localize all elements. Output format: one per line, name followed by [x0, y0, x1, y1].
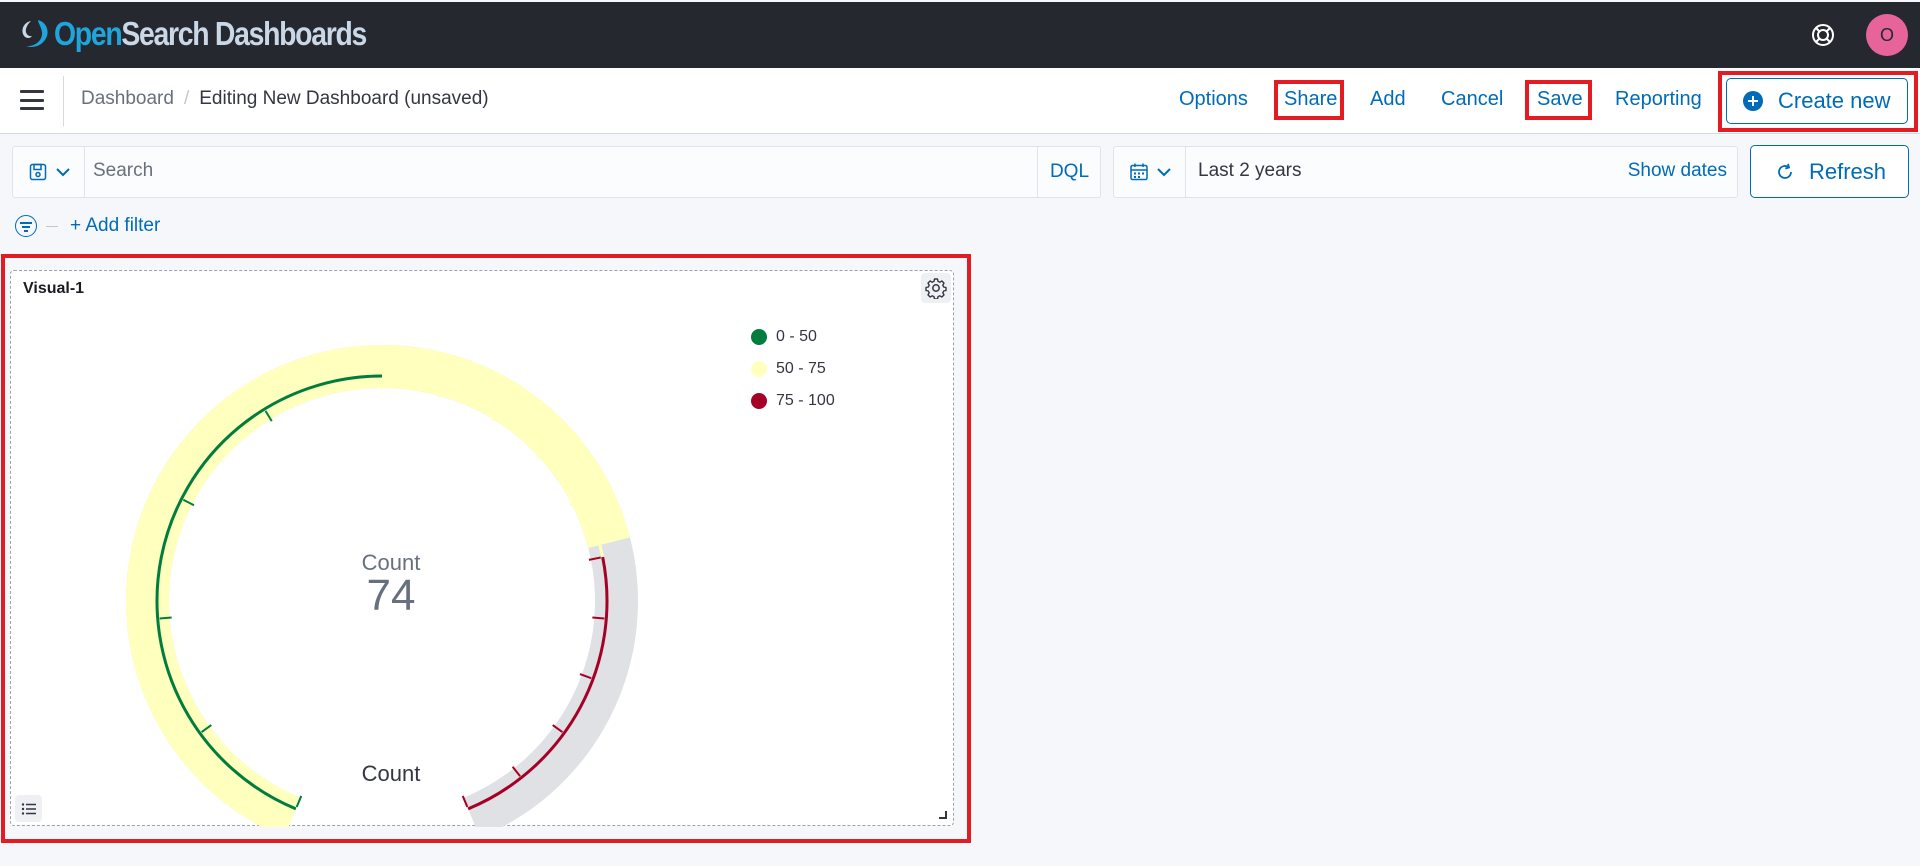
legend-item[interactable]: 75 - 100: [751, 385, 835, 417]
show-dates-link[interactable]: Show dates: [1628, 160, 1727, 182]
gauge-metric-value: 74: [366, 571, 416, 620]
time-picker: Last 2 years Show dates: [1113, 146, 1738, 198]
opensearch-logo-icon: [22, 20, 48, 47]
search-input[interactable]: [93, 160, 993, 182]
legend-dot: [751, 361, 767, 377]
logo-text-open: Open: [54, 15, 123, 52]
opensearch-logo[interactable]: OpenSearch Dashboards: [16, 14, 417, 54]
gauge-tick: [592, 616, 605, 620]
logo-text-rest: Search Dashboards: [121, 15, 367, 52]
gauge-legend: 0 - 50 50 - 75 75 - 100: [751, 321, 835, 417]
chevron-down-icon: [55, 168, 70, 177]
breadcrumb: Dashboard / Editing New Dashboard (unsav…: [81, 88, 489, 110]
calendar-icon: [1129, 163, 1148, 181]
legend-dot: [751, 393, 767, 409]
logo-text: OpenSearch Dashboards: [54, 15, 367, 53]
share-highlight: [1274, 80, 1344, 120]
visualization-panel[interactable]: Visual-1 Count 74 Count 0 - 50 50 - 75 7…: [10, 270, 954, 827]
legend-label: 75 - 100: [776, 392, 835, 409]
save-highlight: [1525, 80, 1592, 120]
add-filter-button[interactable]: + Add filter: [70, 215, 160, 237]
reporting-button[interactable]: Reporting: [1615, 88, 1702, 111]
gauge-tick: [159, 616, 172, 620]
refresh-button[interactable]: Refresh: [1750, 145, 1909, 198]
list-icon: [21, 802, 36, 815]
header-divider: [63, 76, 64, 126]
filter-divider: [46, 225, 58, 227]
query-bar: DQL: [12, 146, 1101, 198]
quick-select-button[interactable]: [1114, 147, 1186, 197]
plus-circle-icon: [1743, 91, 1763, 111]
chevron-down-icon: [1156, 168, 1171, 177]
create-new-label: Create new: [1778, 88, 1891, 113]
hamburger-menu-icon[interactable]: [20, 90, 44, 110]
filter-options-icon[interactable]: [15, 215, 37, 237]
help-lifebuoy-icon[interactable]: [1810, 22, 1836, 48]
query-language-button[interactable]: DQL: [1037, 147, 1101, 197]
create-new-button[interactable]: Create new: [1726, 78, 1908, 124]
filter-bar: + Add filter: [15, 214, 160, 238]
legend-dot: [751, 329, 767, 345]
legend-item[interactable]: 50 - 75: [751, 353, 835, 385]
cancel-button[interactable]: Cancel: [1441, 88, 1503, 111]
time-range-label[interactable]: Last 2 years: [1198, 160, 1302, 182]
saved-queries-button[interactable]: [13, 147, 85, 197]
breadcrumb-dashboard[interactable]: Dashboard: [81, 88, 174, 110]
app-header: Dashboard / Editing New Dashboard (unsav…: [0, 68, 1920, 134]
legend-item[interactable]: 0 - 50: [751, 321, 835, 353]
panel-resize-handle[interactable]: [939, 811, 947, 819]
user-avatar[interactable]: O: [1866, 14, 1908, 56]
refresh-icon: [1778, 163, 1792, 179]
breadcrumb-separator: /: [183, 88, 190, 109]
top-header: OpenSearch Dashboards O: [0, 0, 1920, 68]
breadcrumb-current: Editing New Dashboard (unsaved): [199, 88, 489, 109]
gauge-footer-label: Count: [361, 761, 421, 786]
options-button[interactable]: Options: [1179, 88, 1248, 111]
legend-label: 0 - 50: [776, 328, 817, 345]
legend-toggle-list-icon[interactable]: [15, 795, 42, 822]
save-disk-icon: [29, 163, 46, 181]
add-button[interactable]: Add: [1370, 88, 1406, 111]
legend-label: 50 - 75: [776, 360, 826, 377]
refresh-label: Refresh: [1809, 158, 1887, 184]
